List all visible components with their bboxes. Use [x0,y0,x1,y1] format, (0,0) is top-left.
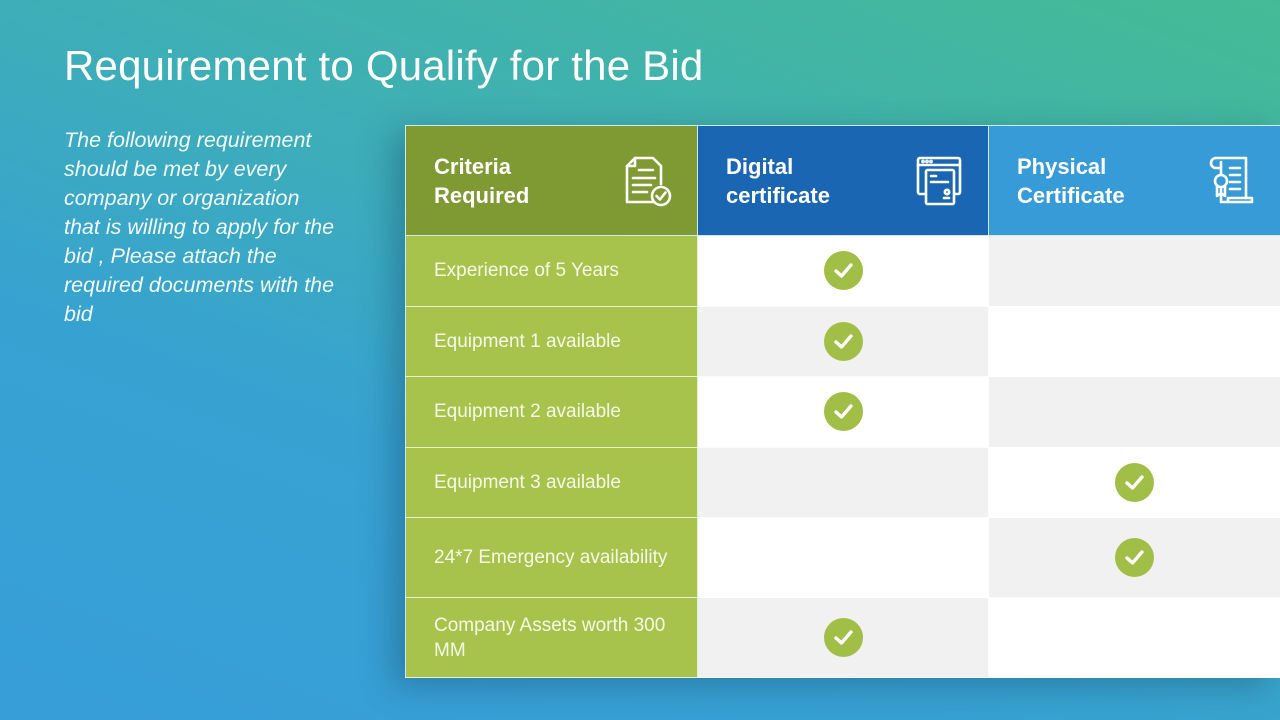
checkmark-icon [1115,538,1154,577]
criteria-cell: Equipment 1 available [405,305,698,377]
table-row: Equipment 2 available [405,376,1280,448]
header-physical-certificate: Physical Certificate [988,125,1280,236]
table-row: Equipment 1 available [405,305,1280,377]
requirements-table: Criteria Required Digital certificate Ph… [405,125,1280,678]
header-digital-certificate: Digital certificate [697,125,989,236]
criteria-cell: 24*7 Emergency availability [405,517,698,598]
checkmark-icon [823,392,863,432]
physical-certificate-cell [988,305,1280,377]
browser-document-icon [914,154,966,208]
criteria-cell: Equipment 2 available [405,376,698,448]
physical-certificate-cell [988,446,1280,518]
table-row: Company Assets worth 300 MM [405,597,1280,678]
table-row: 24*7 Emergency availability [405,517,1280,598]
physical-certificate-cell [988,597,1280,678]
physical-certificate-cell [988,376,1280,448]
criteria-cell: Equipment 3 available [405,446,698,518]
digital-certificate-cell [697,597,989,678]
header-criteria-required: Criteria Required [405,125,698,236]
criteria-cell: Experience of 5 Years [405,235,698,307]
intro-text: The following requirement should be met … [64,128,335,326]
checkmark-icon [823,618,863,657]
requirements-table-container: Criteria Required Digital certificate Ph… [405,125,1280,678]
checkmark-icon [1115,462,1154,502]
digital-certificate-cell [697,376,989,448]
criteria-cell: Company Assets worth 300 MM [405,597,698,678]
table-row: Equipment 3 available [405,446,1280,518]
digital-certificate-cell [697,235,989,307]
physical-certificate-cell [988,235,1280,307]
header-label: Physical Certificate [1017,153,1125,208]
header-label: Criteria Required [434,153,530,208]
physical-certificate-cell [988,517,1280,598]
digital-certificate-cell [697,517,989,598]
table-row: Experience of 5 Years [405,235,1280,307]
table-header-row: Criteria Required Digital certificate Ph… [405,125,1280,236]
digital-certificate-cell [697,446,989,518]
header-label: Digital certificate [726,153,830,208]
digital-certificate-cell [697,305,989,377]
checkmark-icon [823,321,863,361]
scroll-certificate-icon [1206,154,1258,208]
checkmark-icon [823,251,863,291]
slide-title: Requirement to Qualify for the Bid [64,42,704,89]
document-check-icon [623,154,675,208]
